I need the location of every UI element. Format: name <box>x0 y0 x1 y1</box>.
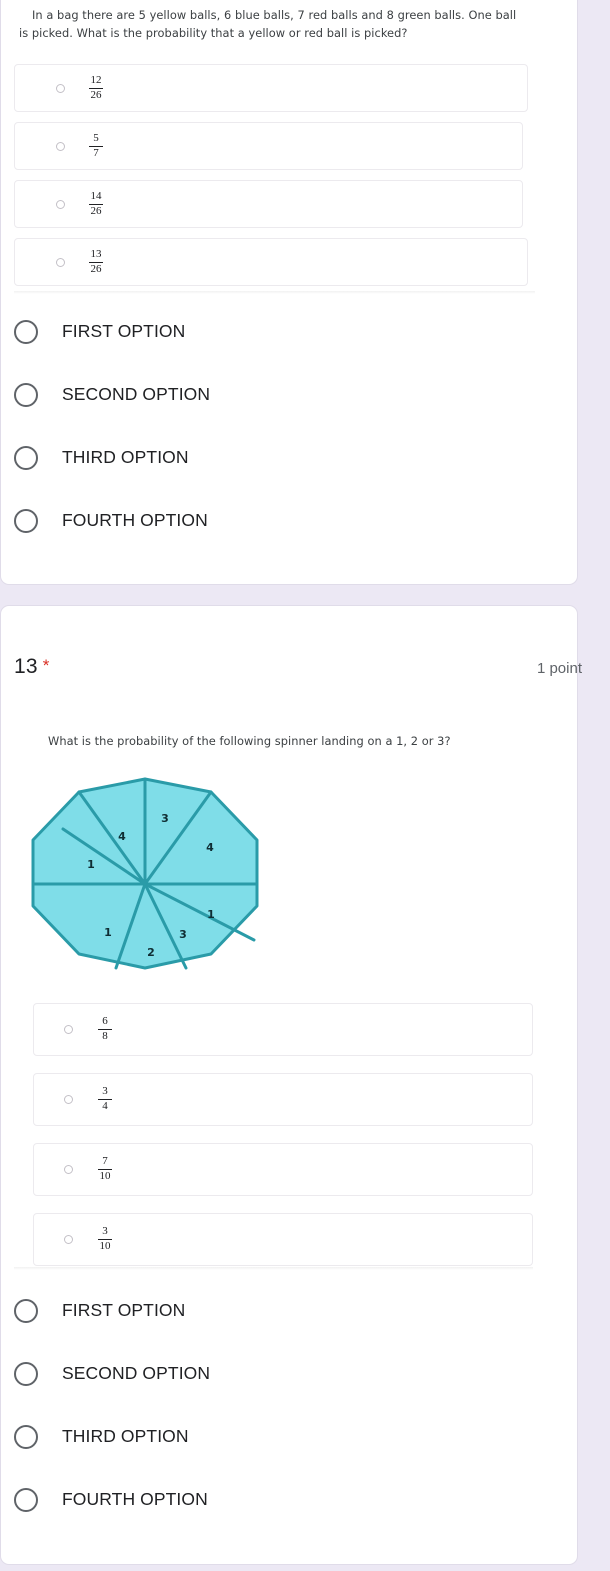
question-12-option-2[interactable]: 5 7 <box>14 122 523 170</box>
question-12-option-3[interactable]: 14 26 <box>14 180 523 228</box>
spinner-sector-label-3-top: 3 <box>161 812 169 825</box>
radio-icon[interactable] <box>14 382 38 407</box>
question-13-option-3[interactable]: 7 10 <box>33 1143 533 1196</box>
choice-label: FOURTH OPTION <box>62 510 208 530</box>
fraction-3-4: 3 4 <box>98 1086 112 1112</box>
question-12-choice-second[interactable]: SECOND OPTION <box>0 363 610 426</box>
spinner-diagram: 3 4 1 1 2 3 1 4 <box>31 777 259 970</box>
spinner-sector-label-1-left: 1 <box>87 858 95 871</box>
radio-icon[interactable] <box>56 257 65 267</box>
question-13-choice-fourth[interactable]: FOURTH OPTION <box>0 1468 610 1531</box>
choice-label: SECOND OPTION <box>62 384 211 404</box>
spinner-sector-label-1-lower-left: 1 <box>104 926 112 939</box>
question-12-prompt-line-1: In a bag there are 5 yellow balls, 6 blu… <box>32 8 517 22</box>
question-13-choice-third[interactable]: THIRD OPTION <box>0 1405 610 1468</box>
question-12-choice-first[interactable]: FIRST OPTION <box>0 300 610 363</box>
question-13-choice-first[interactable]: FIRST OPTION <box>0 1279 610 1342</box>
fraction-6-8: 6 8 <box>98 1016 112 1042</box>
spinner-figure: 3 4 1 1 2 3 1 4 <box>28 772 264 1003</box>
radio-icon[interactable] <box>64 1095 73 1104</box>
radio-icon[interactable] <box>14 1361 38 1386</box>
question-12-image-shadow <box>14 291 535 294</box>
question-12-prompt-line-2: is picked. What is the probability that … <box>19 26 408 41</box>
choice-label: SECOND OPTION <box>62 1363 211 1383</box>
question-number: 13 <box>14 655 38 678</box>
required-asterisk: * <box>42 656 50 675</box>
question-13-choice-second[interactable]: SECOND OPTION <box>0 1342 610 1405</box>
question-12-choice-list: FIRST OPTION SECOND OPTION THIRD OPTION … <box>0 300 610 552</box>
radio-icon[interactable] <box>56 83 65 93</box>
question-13-header: 13 * 1 point <box>0 655 610 679</box>
radio-icon[interactable] <box>56 141 65 151</box>
choice-label: THIRD OPTION <box>62 1426 189 1446</box>
spinner-sector-label-4-upper-left: 4 <box>118 830 126 843</box>
fraction-5-7: 5 7 <box>89 132 103 159</box>
question-12-option-4[interactable]: 13 26 <box>14 238 528 286</box>
fraction-14-26: 14 26 <box>89 189 103 217</box>
radio-icon[interactable] <box>14 1424 38 1449</box>
question-12-image: In a bag there are 5 yellow balls, 6 blu… <box>14 4 535 292</box>
radio-icon[interactable] <box>56 199 65 209</box>
question-12-prompt: In a bag there are 5 yellow balls, 6 blu… <box>19 6 531 43</box>
fraction-12-26: 12 26 <box>89 73 103 101</box>
radio-icon[interactable] <box>14 319 38 344</box>
spinner-sector-label-3-lower-right: 3 <box>179 928 187 941</box>
choice-label: FIRST OPTION <box>62 1300 186 1320</box>
radio-icon[interactable] <box>64 1165 73 1174</box>
radio-icon[interactable] <box>14 1487 38 1512</box>
radio-icon[interactable] <box>14 508 38 533</box>
question-12-choice-third[interactable]: THIRD OPTION <box>0 426 610 489</box>
choice-label: FIRST OPTION <box>62 321 186 341</box>
radio-icon[interactable] <box>14 1298 38 1323</box>
question-13-option-1[interactable]: 6 8 <box>33 1003 533 1056</box>
question-13-number-group: 13 * <box>14 655 49 679</box>
spinner-sector-label-4-right: 4 <box>206 841 214 854</box>
question-12-choice-fourth[interactable]: FOURTH OPTION <box>0 489 610 552</box>
fraction-13-26: 13 26 <box>89 247 103 275</box>
radio-icon[interactable] <box>64 1235 73 1244</box>
question-13-prompt: What is the probability of the following… <box>48 734 451 748</box>
question-13-choice-list: FIRST OPTION SECOND OPTION THIRD OPTION … <box>0 1279 610 1531</box>
fraction-7-10: 7 10 <box>98 1155 112 1182</box>
choice-label: FOURTH OPTION <box>62 1489 208 1509</box>
spinner-sector-label-1-right: 1 <box>207 908 215 921</box>
radio-icon[interactable] <box>14 445 38 470</box>
spinner-sector-label-2-bottom: 2 <box>147 946 155 959</box>
fraction-3-10: 3 10 <box>98 1225 112 1252</box>
question-13-option-4[interactable]: 3 10 <box>33 1213 533 1266</box>
question-13-option-2[interactable]: 3 4 <box>33 1073 533 1126</box>
radio-icon[interactable] <box>64 1025 73 1034</box>
question-points: 1 point <box>536 660 582 677</box>
choice-label: THIRD OPTION <box>62 447 189 467</box>
question-12-option-1[interactable]: 12 26 <box>14 64 528 112</box>
question-13-image-shadow <box>14 1267 533 1270</box>
